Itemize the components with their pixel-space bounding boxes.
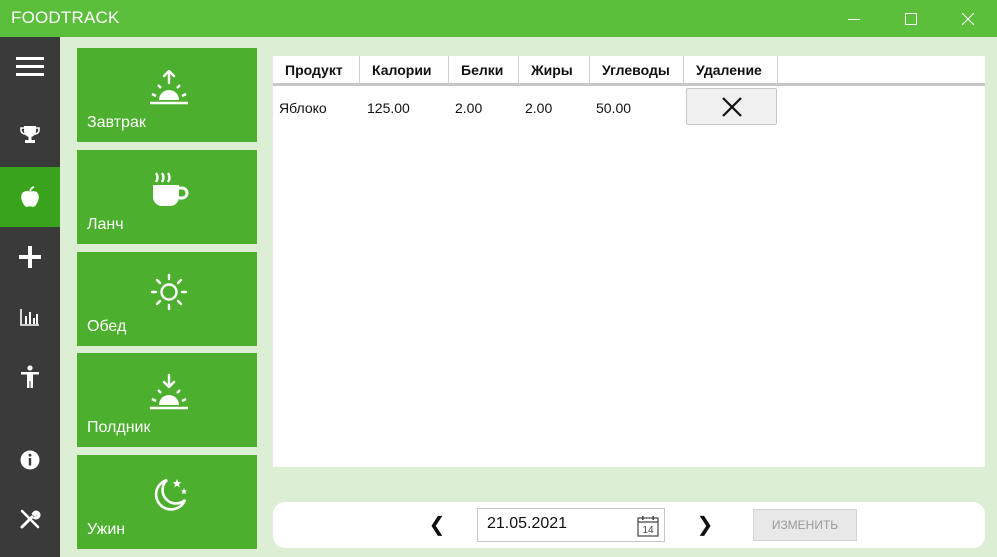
maximize-button[interactable]	[888, 0, 934, 37]
coffee-cup-icon	[153, 172, 189, 206]
date-picker[interactable]: 21.05.2021 14	[477, 508, 665, 542]
table-row: Яблоко 125.00 2.00 2.00 50.00	[273, 89, 985, 127]
table-header: Продукт Калории Белки Жиры Углеводы Удал…	[273, 56, 985, 86]
cell-calories: 125.00	[367, 100, 410, 116]
meal-tile-lunch[interactable]: Ланч	[77, 150, 257, 244]
column-header-product[interactable]: Продукт	[273, 56, 360, 84]
column-header-delete[interactable]: Удаление	[684, 56, 778, 84]
menu-icon	[16, 57, 44, 76]
minimize-button[interactable]	[831, 0, 877, 37]
meal-label: Ланч	[87, 216, 124, 233]
prev-day-button[interactable]: ❮	[427, 512, 447, 536]
column-header-fat[interactable]: Жиры	[519, 56, 590, 84]
meal-label: Завтрак	[87, 114, 146, 131]
cell-fat: 2.00	[525, 100, 553, 116]
nav-settings[interactable]	[0, 489, 60, 549]
cell-protein: 2.00	[455, 100, 483, 116]
meal-tile-dinner[interactable]: Обед	[77, 252, 257, 346]
moon-stars-icon	[154, 478, 188, 511]
nav-add[interactable]	[0, 227, 60, 287]
nav-menu[interactable]	[0, 37, 60, 97]
meal-label: Ужин	[87, 521, 126, 538]
nav-stats[interactable]	[0, 287, 60, 347]
tools-icon	[20, 509, 41, 529]
calendar-icon[interactable]: 14	[637, 515, 659, 537]
change-button[interactable]: ИЗМЕНИТЬ	[753, 509, 857, 541]
meal-tile-supper[interactable]: Ужин	[77, 455, 257, 549]
delete-row-button[interactable]	[686, 88, 777, 125]
bar-chart-icon	[20, 309, 39, 326]
app-title: FOODTRACK	[11, 8, 120, 27]
date-navigation-bar: ❮ 21.05.2021 14 ❯ ИЗМЕНИТЬ	[273, 502, 985, 548]
close-icon	[962, 12, 974, 25]
calendar-day: 14	[642, 525, 654, 536]
sunset-icon	[150, 373, 188, 410]
column-header-carbs[interactable]: Углеводы	[590, 56, 684, 84]
nav-achievements[interactable]	[0, 105, 60, 165]
nav-food[interactable]	[0, 167, 60, 227]
cell-carbs: 50.00	[596, 100, 632, 116]
side-nav	[0, 37, 60, 557]
column-header-calories[interactable]: Калории	[360, 56, 449, 84]
meal-tile-snack[interactable]: Полдник	[77, 353, 257, 447]
plus-icon	[19, 246, 41, 268]
date-value: 21.05.2021	[487, 515, 568, 532]
minimize-icon	[848, 18, 860, 20]
nav-profile[interactable]	[0, 347, 60, 407]
nav-info[interactable]	[0, 430, 60, 490]
close-button[interactable]	[945, 0, 991, 37]
meal-label: Полдник	[87, 419, 151, 436]
maximize-icon	[905, 12, 917, 25]
sun-icon	[150, 273, 188, 311]
next-day-button[interactable]: ❯	[695, 512, 715, 536]
apple-icon	[21, 186, 39, 207]
title-bar: FOODTRACK	[0, 0, 997, 37]
sunrise-icon	[150, 69, 188, 105]
cell-product: Яблоко	[279, 100, 327, 116]
meal-label: Обед	[87, 318, 127, 335]
close-icon	[721, 96, 742, 117]
food-table: Продукт Калории Белки Жиры Углеводы Удал…	[273, 56, 985, 467]
meal-tile-breakfast[interactable]: Завтрак	[77, 48, 257, 142]
info-icon	[20, 450, 40, 470]
column-header-protein[interactable]: Белки	[449, 56, 519, 84]
trophy-icon	[20, 126, 40, 143]
person-icon	[21, 365, 39, 388]
